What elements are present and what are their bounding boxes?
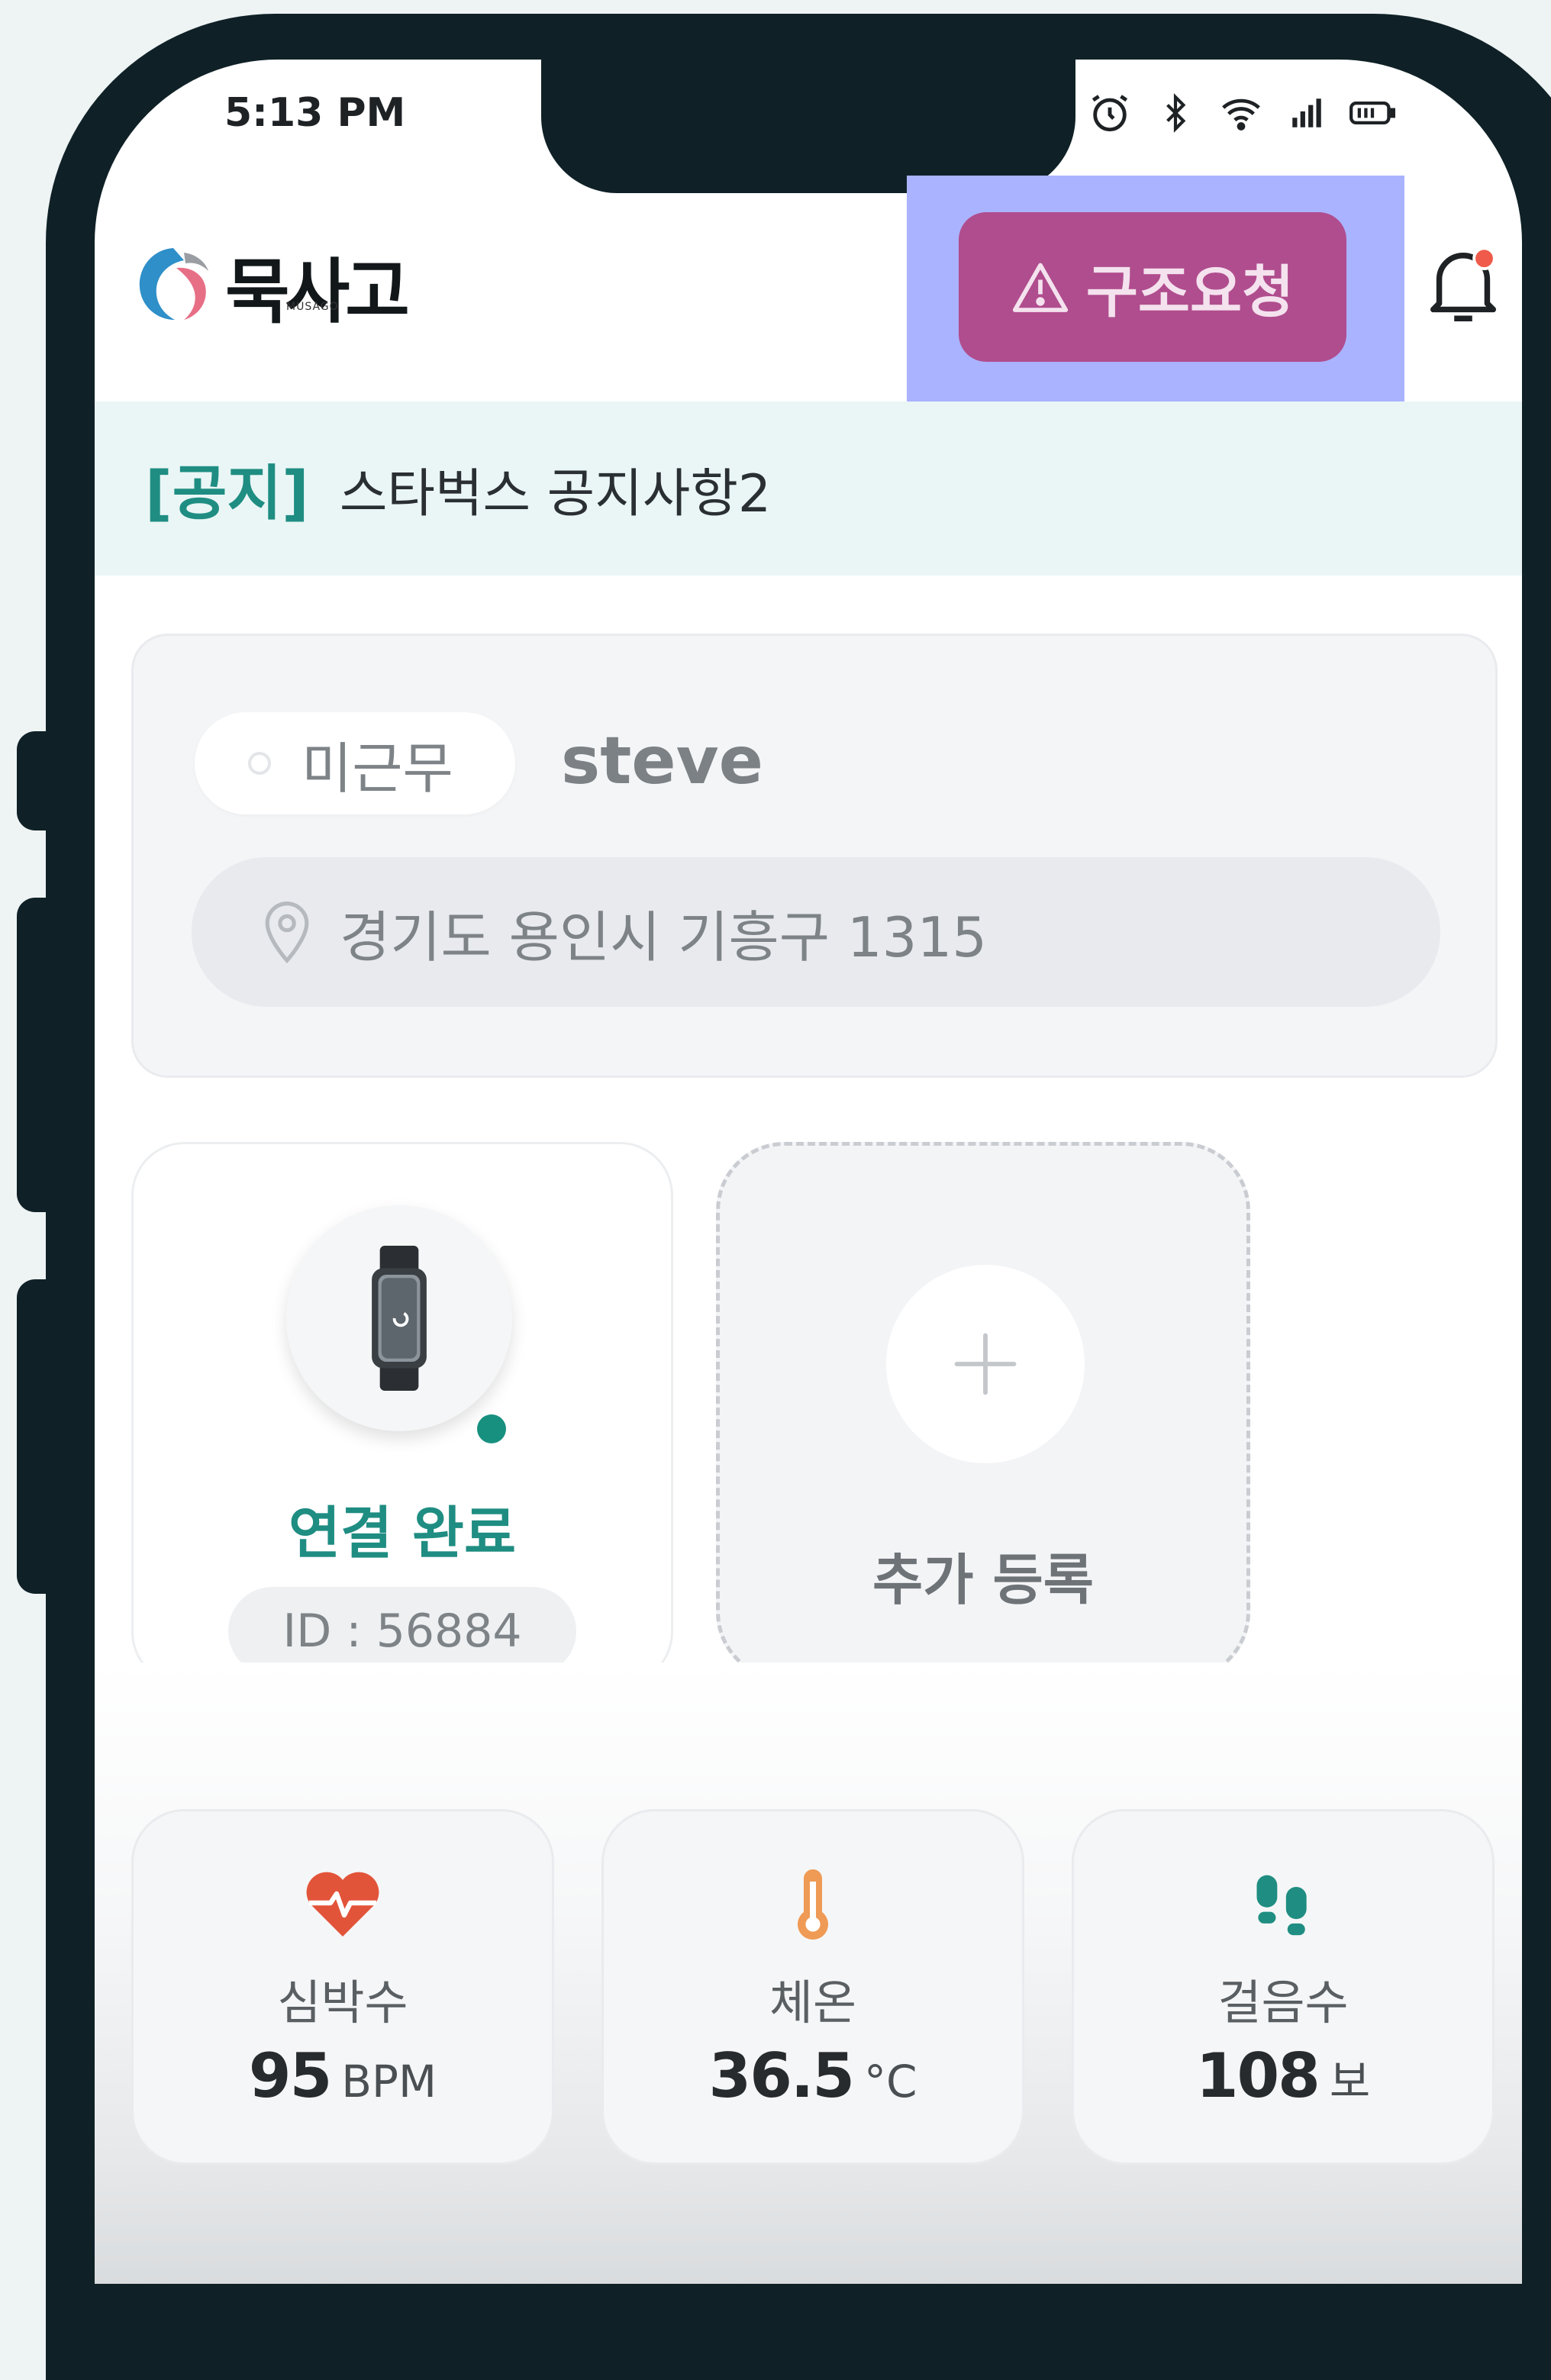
heart-rate-card[interactable]: 심박수 95 BPM	[131, 1809, 554, 2165]
notification-bell-button[interactable]	[1421, 240, 1505, 331]
steps-number: 108	[1195, 2040, 1320, 2111]
work-status-pill: 미근무	[195, 712, 515, 814]
bluetooth-icon	[1153, 90, 1198, 136]
steps-unit: 보	[1329, 2056, 1371, 2107]
sos-request-button[interactable]: 구조요청	[959, 212, 1346, 362]
notice-tag: [공지]	[145, 460, 309, 528]
device-connection-status: 연결 완료	[288, 1501, 517, 1566]
online-indicator	[477, 1414, 506, 1443]
app-logo[interactable]: 묵사고 MUSAGO	[129, 235, 410, 337]
steps-label: 걸음수	[1217, 1975, 1349, 2030]
sos-button-label: 구조요청	[1085, 260, 1295, 324]
location-pin-icon	[265, 901, 309, 964]
heart-rate-unit: BPM	[341, 2056, 437, 2107]
phone-notch	[541, 60, 1075, 193]
wifi-icon	[1218, 90, 1264, 136]
footsteps-icon	[1256, 1875, 1307, 1936]
warning-icon	[1012, 263, 1068, 312]
user-name: steve	[561, 723, 764, 799]
heart-rate-value: 95 BPM	[134, 2040, 552, 2111]
add-icon	[886, 1265, 1085, 1463]
battery-icon	[1349, 90, 1395, 136]
footsteps-icon-wrap	[1074, 1869, 1492, 1940]
notice-banner[interactable]: [공지] 스타벅스 공지사항2	[95, 402, 1522, 576]
steps-value: 108 보	[1074, 2040, 1492, 2111]
add-device-card[interactable]: 추가 등록	[716, 1142, 1250, 1681]
temperature-number: 36.5	[708, 2040, 855, 2111]
notice-text: 스타벅스 공지사항2	[339, 463, 772, 524]
temperature-unit: °C	[863, 2056, 917, 2107]
add-device-label: 추가 등록	[872, 1548, 1095, 1612]
address-pill: 경기도 용인시 기흥구 1315	[192, 857, 1440, 1007]
user-info-card: 미근무 steve 경기도 용인시 기흥구 1315	[131, 634, 1498, 1078]
address-text: 경기도 용인시 기흥구 1315	[340, 905, 988, 969]
app-screen: 5:13 PM 묵사고 MUSAGO 구조요청 [공지] 스타벅스 공지사항2 …	[95, 60, 1522, 2284]
heart-rate-number: 95	[248, 2040, 332, 2111]
status-time: 5:13 PM	[224, 90, 406, 136]
thermometer-icon	[798, 1869, 828, 1940]
alarm-icon	[1087, 90, 1133, 136]
status-icons	[1087, 90, 1395, 136]
temperature-card[interactable]: 체온 36.5 °C	[601, 1809, 1024, 2165]
signal-icon	[1284, 90, 1330, 136]
logo-subtext: MUSAGO	[286, 301, 339, 313]
device-card[interactable]: 연결 완료 ID : 56884	[131, 1142, 673, 1685]
steps-card[interactable]: 걸음수 108 보	[1072, 1809, 1495, 2165]
status-dot	[248, 752, 271, 775]
smart-band-icon	[372, 1246, 427, 1391]
temperature-label: 체온	[769, 1975, 857, 2030]
logo-mark-icon	[139, 247, 208, 320]
heart-rate-label: 심박수	[277, 1975, 408, 2030]
logo-text: 묵사고 MUSAGO	[225, 251, 410, 333]
thermometer-icon-wrap	[604, 1869, 1022, 1943]
heart-rate-icon-wrap	[134, 1869, 552, 1940]
bell-icon	[1430, 247, 1497, 321]
heart-rate-icon	[306, 1872, 379, 1937]
temperature-value: 36.5 °C	[604, 2040, 1022, 2111]
device-image-circle	[286, 1205, 512, 1431]
work-status-label: 미근무	[301, 736, 453, 801]
